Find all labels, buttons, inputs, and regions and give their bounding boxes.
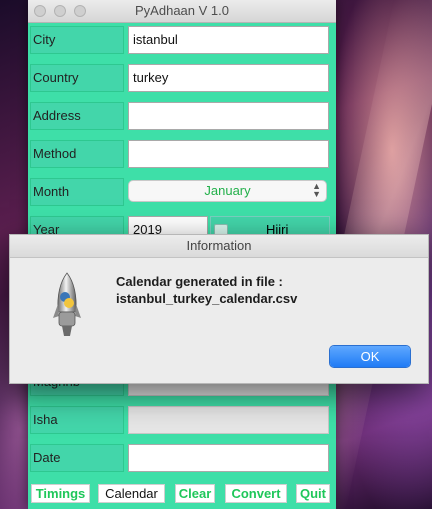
method-input[interactable] — [128, 140, 329, 168]
window-controls — [34, 5, 86, 17]
dialog-message-line2: istanbul_turkey_calendar.csv — [116, 291, 298, 306]
method-label: Method — [30, 140, 124, 168]
address-input[interactable] — [128, 102, 329, 130]
row-address: Address — [28, 99, 336, 137]
row-isha: Isha — [28, 403, 336, 441]
window-title: PyAdhaan V 1.0 — [135, 3, 229, 18]
dialog-message: Calendar generated in file : istanbul_tu… — [116, 273, 297, 307]
row-method: Method — [28, 137, 336, 175]
minimize-window-button[interactable] — [54, 5, 66, 17]
city-label: City — [30, 26, 124, 54]
month-value: January — [204, 183, 251, 198]
row-country: Country turkey — [28, 61, 336, 99]
month-label: Month — [30, 178, 124, 206]
zoom-window-button[interactable] — [74, 5, 86, 17]
calendar-button[interactable]: Calendar — [98, 484, 165, 503]
date-label: Date — [30, 444, 124, 472]
country-label: Country — [30, 64, 124, 92]
date-input[interactable] — [128, 444, 329, 472]
convert-button[interactable]: Convert — [225, 484, 287, 503]
chevron-updown-icon: ▲ ▼ — [312, 181, 321, 199]
address-label: Address — [30, 102, 124, 130]
timings-button[interactable]: Timings — [31, 484, 90, 503]
quit-button[interactable]: Quit — [296, 484, 330, 503]
row-month: Month January ▲ ▼ — [28, 175, 336, 213]
button-bar: Timings Calendar Clear Convert Quit — [28, 481, 336, 505]
ok-button[interactable]: OK — [330, 346, 410, 367]
row-date: Date — [28, 441, 336, 479]
close-window-button[interactable] — [34, 5, 46, 17]
row-city: City istanbul — [28, 23, 336, 61]
isha-field — [128, 406, 329, 434]
city-input[interactable]: istanbul — [128, 26, 329, 54]
dialog-message-line1: Calendar generated in file : — [116, 274, 283, 289]
month-select[interactable]: January ▲ ▼ — [128, 180, 327, 202]
clear-button[interactable]: Clear — [175, 484, 215, 503]
country-input[interactable]: turkey — [128, 64, 329, 92]
isha-label: Isha — [30, 406, 124, 434]
dialog-title: Information — [10, 235, 428, 258]
python-rocket-icon — [53, 272, 81, 336]
information-dialog: Information Calendar generated in file :… — [9, 234, 429, 384]
window-titlebar: PyAdhaan V 1.0 — [28, 0, 336, 23]
